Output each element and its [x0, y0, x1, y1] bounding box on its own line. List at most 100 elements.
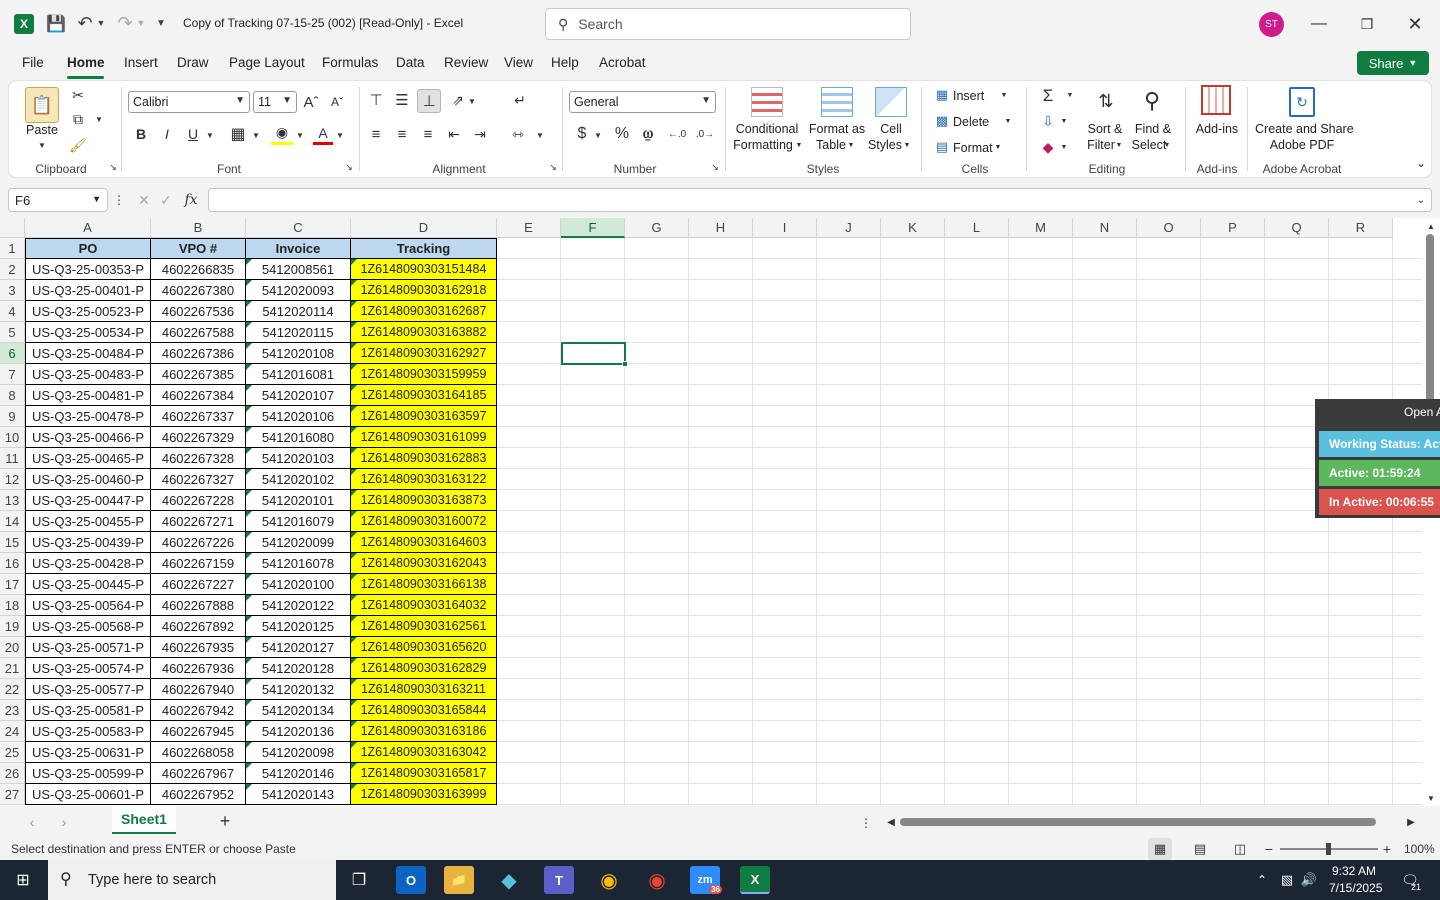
- cell-styles-line1[interactable]: Cell: [871, 121, 911, 137]
- prev-sheet-icon[interactable]: ‹: [22, 812, 42, 832]
- table-cell[interactable]: 5412020103: [246, 448, 351, 469]
- table-cell[interactable]: 4602268058: [151, 742, 246, 763]
- addins-icon[interactable]: [1201, 85, 1231, 115]
- table-cell[interactable]: 5412020115: [246, 322, 351, 343]
- borders-icon[interactable]: ▦: [227, 123, 249, 145]
- table-cell[interactable]: 5412020136: [246, 721, 351, 742]
- font-name-select[interactable]: Calibri ▼: [128, 91, 250, 113]
- table-cell[interactable]: 1Z6148090303166138: [351, 574, 497, 595]
- scroll-up-icon[interactable]: ▲: [1426, 220, 1436, 232]
- decrease-decimal-icon[interactable]: .0→: [693, 123, 717, 145]
- paste-button-label[interactable]: Paste: [25, 122, 59, 138]
- row-header[interactable]: 2: [0, 259, 25, 280]
- row-header[interactable]: 24: [0, 721, 25, 742]
- row-header[interactable]: 18: [0, 595, 25, 616]
- table-cell[interactable]: 5412020146: [246, 763, 351, 784]
- tab-home[interactable]: Home: [67, 55, 105, 70]
- align-center-icon[interactable]: ≡: [391, 123, 413, 145]
- table-cell[interactable]: 4602267228: [151, 490, 246, 511]
- row-header[interactable]: 1: [0, 238, 25, 259]
- scroll-right-icon[interactable]: ▶: [1404, 814, 1418, 830]
- row-header[interactable]: 14: [0, 511, 25, 532]
- table-cell[interactable]: 1Z6148090303165844: [351, 700, 497, 721]
- chrome-profile-icon[interactable]: ◉: [642, 866, 672, 894]
- confirm-entry-icon[interactable]: ✓: [156, 189, 176, 211]
- column-header[interactable]: O: [1137, 218, 1201, 238]
- sort-filter-line1[interactable]: Sort &: [1085, 121, 1125, 137]
- autosum-dropdown-icon[interactable]: ▼: [1065, 90, 1075, 100]
- table-cell[interactable]: 1Z6148090303163042: [351, 742, 497, 763]
- tab-data[interactable]: Data: [396, 55, 425, 70]
- chevron-down-icon[interactable]: ▼: [993, 142, 1003, 152]
- addins-label[interactable]: Add-ins: [1193, 121, 1241, 137]
- table-cell[interactable]: US-Q3-25-00574-P: [25, 658, 151, 679]
- column-header[interactable]: B: [151, 218, 246, 238]
- orientation-icon[interactable]: ⇗: [447, 89, 469, 111]
- more-options-icon[interactable]: ⋮: [113, 191, 125, 209]
- fill-icon[interactable]: ⇩: [1037, 111, 1059, 131]
- fill-handle[interactable]: [622, 361, 628, 367]
- font-launcher-icon[interactable]: ↘: [343, 161, 355, 173]
- tab-page-layout[interactable]: Page Layout: [229, 55, 305, 70]
- table-cell[interactable]: 1Z6148090303162043: [351, 553, 497, 574]
- copy-dropdown-icon[interactable]: ▼: [93, 113, 105, 125]
- decrease-indent-icon[interactable]: ⇤: [443, 123, 465, 145]
- avatar[interactable]: ST: [1259, 12, 1284, 37]
- restore-button[interactable]: ❐: [1352, 12, 1382, 36]
- column-header[interactable]: M: [1009, 218, 1073, 238]
- table-cell[interactable]: US-Q3-25-00445-P: [25, 574, 151, 595]
- table-cell[interactable]: US-Q3-25-00631-P: [25, 742, 151, 763]
- sort-filter-icon[interactable]: ⇅: [1091, 85, 1121, 117]
- accounting-format-icon[interactable]: $: [571, 123, 593, 145]
- column-header[interactable]: D: [351, 218, 497, 238]
- close-button[interactable]: ✕: [1400, 12, 1430, 36]
- italic-icon[interactable]: I: [157, 123, 177, 145]
- cancel-entry-icon[interactable]: ✕: [134, 189, 154, 211]
- table-cell[interactable]: US-Q3-25-00483-P: [25, 364, 151, 385]
- table-header-cell[interactable]: Invoice: [246, 238, 351, 259]
- select-all-corner[interactable]: [0, 218, 25, 238]
- volume-icon[interactable]: 🔊: [1300, 870, 1318, 890]
- file-explorer-icon[interactable]: 📁: [444, 866, 474, 894]
- table-cell[interactable]: 5412020093: [246, 280, 351, 301]
- table-cell[interactable]: US-Q3-25-00601-P: [25, 784, 151, 805]
- table-cell[interactable]: 4602267327: [151, 469, 246, 490]
- table-cell[interactable]: US-Q3-25-00581-P: [25, 700, 151, 721]
- table-cell[interactable]: 1Z6148090303162561: [351, 616, 497, 637]
- bold-icon[interactable]: B: [131, 123, 151, 145]
- delete-cells-icon[interactable]: ▩: [933, 113, 951, 129]
- vertical-scroll-thumb[interactable]: [1426, 234, 1434, 402]
- table-cell[interactable]: 4602267588: [151, 322, 246, 343]
- scroll-left-icon[interactable]: ◀: [884, 814, 898, 830]
- task-view-icon[interactable]: ❐: [344, 866, 374, 894]
- save-icon[interactable]: 💾: [46, 14, 66, 34]
- increase-decimal-icon[interactable]: ←.0: [665, 123, 689, 145]
- row-header[interactable]: 5: [0, 322, 25, 343]
- tab-formulas[interactable]: Formulas: [322, 55, 378, 70]
- table-cell[interactable]: 5412016079: [246, 511, 351, 532]
- table-cell[interactable]: 5412020143: [246, 784, 351, 805]
- table-cell[interactable]: 5412020107: [246, 385, 351, 406]
- table-cell[interactable]: 1Z6148090303161099: [351, 427, 497, 448]
- bottom-align-icon[interactable]: ⊥: [417, 89, 441, 113]
- column-header[interactable]: P: [1201, 218, 1265, 238]
- table-cell[interactable]: 5412020125: [246, 616, 351, 637]
- table-cell[interactable]: 5412020098: [246, 742, 351, 763]
- row-header[interactable]: 9: [0, 406, 25, 427]
- row-header[interactable]: 6: [0, 343, 25, 364]
- middle-align-icon[interactable]: ☰: [391, 89, 413, 111]
- merge-dropdown-icon[interactable]: ▼: [535, 129, 545, 141]
- sheet-tab-sheet1[interactable]: Sheet1: [112, 806, 176, 834]
- tab-file[interactable]: File: [22, 55, 44, 70]
- table-cell[interactable]: US-Q3-25-00564-P: [25, 595, 151, 616]
- table-cell[interactable]: 5412020101: [246, 490, 351, 511]
- tab-acrobat[interactable]: Acrobat: [599, 55, 646, 70]
- create-pdf-line2[interactable]: Adobe PDF: [1255, 137, 1349, 153]
- table-cell[interactable]: US-Q3-25-00534-P: [25, 322, 151, 343]
- chevron-down-icon[interactable]: ▼: [903, 140, 911, 150]
- column-header[interactable]: H: [689, 218, 753, 238]
- format-as-table-line1[interactable]: Format as: [805, 121, 869, 137]
- merge-center-icon[interactable]: ⇿: [507, 123, 529, 145]
- decrease-font-size-icon[interactable]: Aˇ: [327, 91, 347, 113]
- tab-view[interactable]: View: [504, 55, 533, 70]
